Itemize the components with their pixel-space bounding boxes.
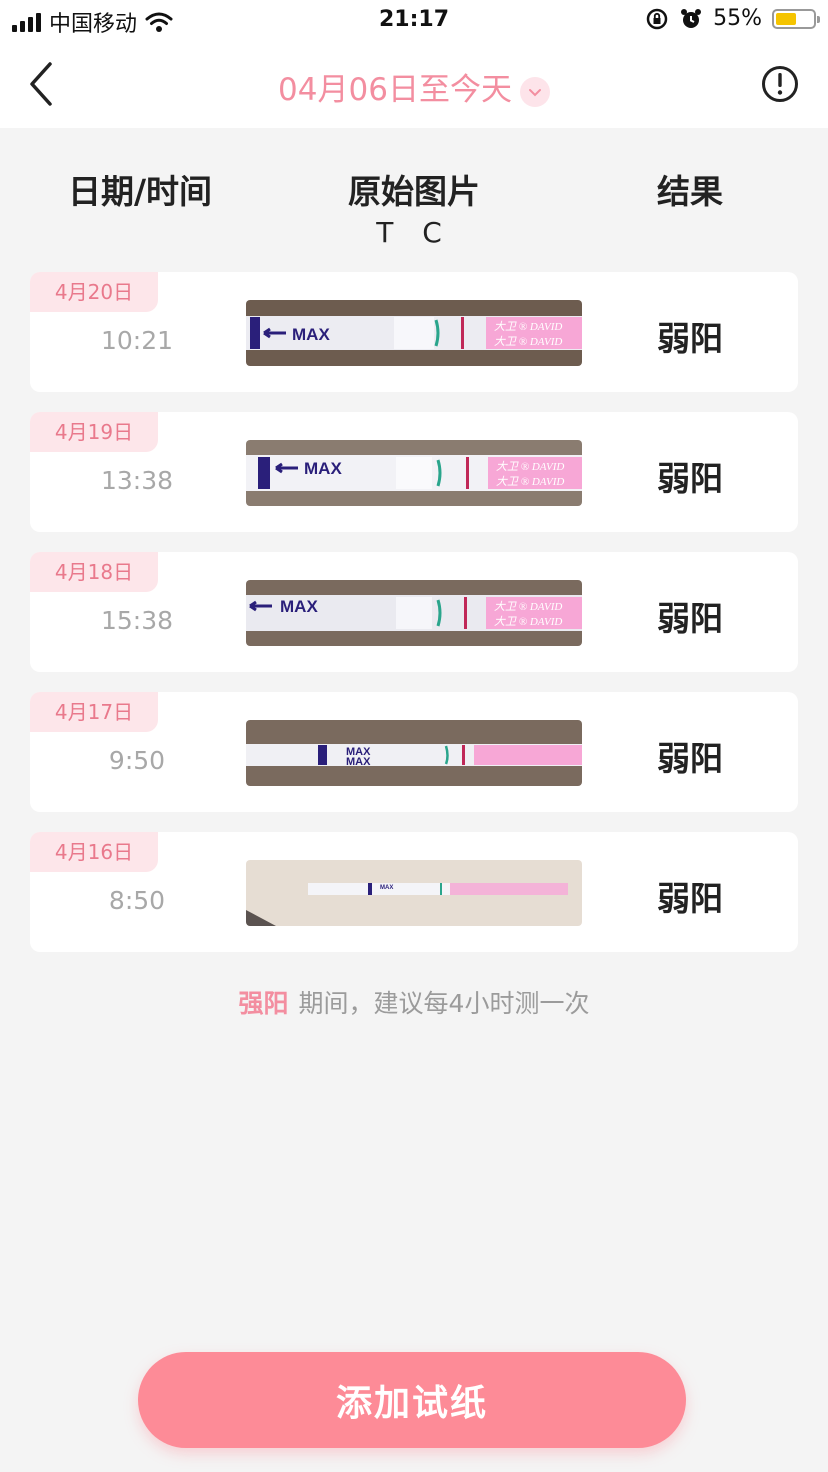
svg-text:大卫 ® DAVID: 大卫 ® DAVID <box>494 335 562 348</box>
svg-text:大卫 ® DAVID: 大卫 ® DAVID <box>494 615 562 628</box>
record-time: 13:38 <box>100 466 174 495</box>
record-row[interactable]: 4月17日 9:50 MAX MAX 弱阳 <box>30 692 798 812</box>
svg-text:MAX: MAX <box>346 756 371 768</box>
battery-percent: 55% <box>713 6 762 31</box>
nav-bar: 04月06日至今天 <box>0 40 828 128</box>
tip-text: 期间，建议每4小时测一次 <box>298 989 590 1018</box>
record-result: 弱阳 <box>657 739 723 778</box>
status-right: 55% <box>645 6 820 31</box>
chevron-down-icon <box>519 76 550 107</box>
add-test-strip-button[interactable]: 添加试纸 <box>138 1352 686 1448</box>
test-frequency-tip: 强阳 期间，建议每4小时测一次 <box>0 984 828 1020</box>
date-badge: 4月19日 <box>30 412 158 452</box>
record-row[interactable]: 4月16日 8:50 MAX 弱阳 <box>30 832 798 952</box>
header-date-time: 日期/时间 <box>67 172 213 211</box>
record-time: 10:21 <box>100 326 174 355</box>
svg-text:大卫 ® DAVID: 大卫 ® DAVID <box>496 475 564 488</box>
svg-text:大卫 ® DAVID: 大卫 ® DAVID <box>494 600 562 613</box>
test-strip-photo[interactable]: MAX 大卫 ® DAVID 大卫 ® DAVID <box>246 300 582 366</box>
record-result: 弱阳 <box>657 879 723 918</box>
battery-icon <box>772 8 820 29</box>
header-tc-label: T C <box>376 216 452 249</box>
test-strip-photo[interactable]: MAX MAX <box>246 720 582 786</box>
svg-text:大卫 ® DAVID: 大卫 ® DAVID <box>494 320 562 333</box>
date-badge: 4月18日 <box>30 552 158 592</box>
date-range-selector[interactable]: 04月06日至今天 <box>0 64 828 109</box>
svg-text:MAX: MAX <box>380 885 393 891</box>
record-time: 8:50 <box>108 886 166 915</box>
record-result: 弱阳 <box>657 459 723 498</box>
record-row[interactable]: 4月18日 15:38 MAX 大卫 ® DAVID 大卫 ® DAVID 弱阳 <box>30 552 798 672</box>
record-row[interactable]: 4月20日 10:21 MAX 大卫 ® DAVID 大卫 ® DAVID 弱阳 <box>30 272 798 392</box>
record-time: 15:38 <box>100 606 174 635</box>
date-badge: 4月16日 <box>30 832 158 872</box>
header-original-image: 原始图片 <box>348 172 480 211</box>
header-result: 结果 <box>657 172 723 211</box>
svg-text:大卫 ® DAVID: 大卫 ® DAVID <box>496 460 564 473</box>
status-bar: 中国移动 21:17 55% <box>0 0 828 40</box>
record-time: 9:50 <box>108 746 166 775</box>
exclamation-circle-icon[interactable] <box>760 64 800 104</box>
svg-text:MAX: MAX <box>292 325 330 344</box>
record-result: 弱阳 <box>657 599 723 638</box>
date-range-label: 04月06日至今天 <box>278 72 512 108</box>
tip-highlight: 强阳 <box>238 989 289 1018</box>
rotation-lock-icon <box>646 8 668 29</box>
record-result: 弱阳 <box>657 319 723 358</box>
date-badge: 4月20日 <box>30 272 158 312</box>
svg-text:MAX: MAX <box>304 459 342 478</box>
test-strip-photo[interactable]: MAX <box>246 860 582 926</box>
test-strip-photo[interactable]: MAX 大卫 ® DAVID 大卫 ® DAVID <box>246 580 582 646</box>
svg-text:MAX: MAX <box>280 597 318 616</box>
record-row[interactable]: 4月19日 13:38 MAX 大卫 ® DAVID 大卫 ® DAVID 弱阳 <box>30 412 798 532</box>
test-strip-photo[interactable]: MAX 大卫 ® DAVID 大卫 ® DAVID <box>246 440 582 506</box>
date-badge: 4月17日 <box>30 692 158 732</box>
alarm-icon <box>681 8 702 28</box>
